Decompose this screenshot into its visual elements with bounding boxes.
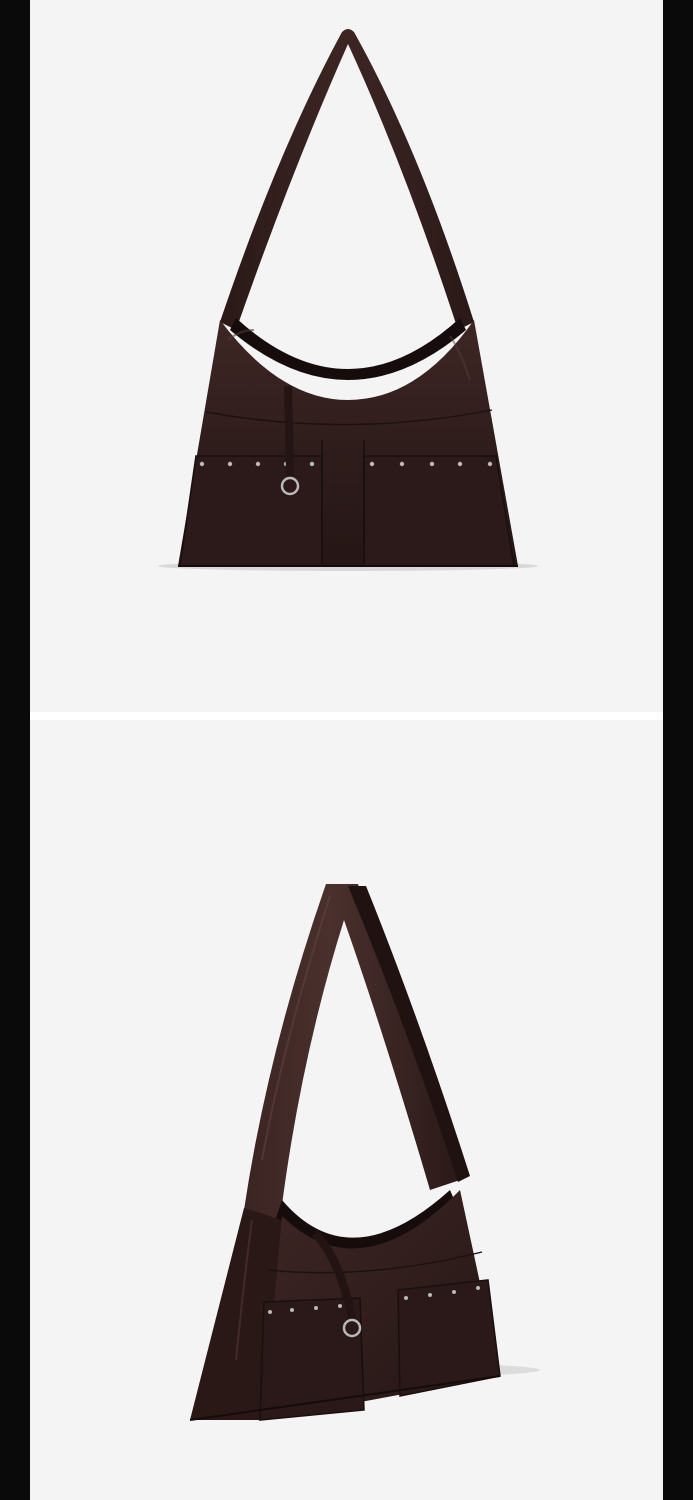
panel-divider <box>30 712 663 720</box>
product-photo-angle <box>30 720 663 1500</box>
shoulder-strap <box>220 29 474 330</box>
shoulder-bag-angle-illustration <box>189 884 540 1421</box>
product-image-gallery <box>0 0 693 1500</box>
left-pocket <box>179 455 323 567</box>
right-pocket <box>363 455 515 567</box>
strap-inner <box>348 886 470 1182</box>
product-photo-front <box>30 0 663 712</box>
shoulder-bag-front-illustration <box>158 29 538 571</box>
